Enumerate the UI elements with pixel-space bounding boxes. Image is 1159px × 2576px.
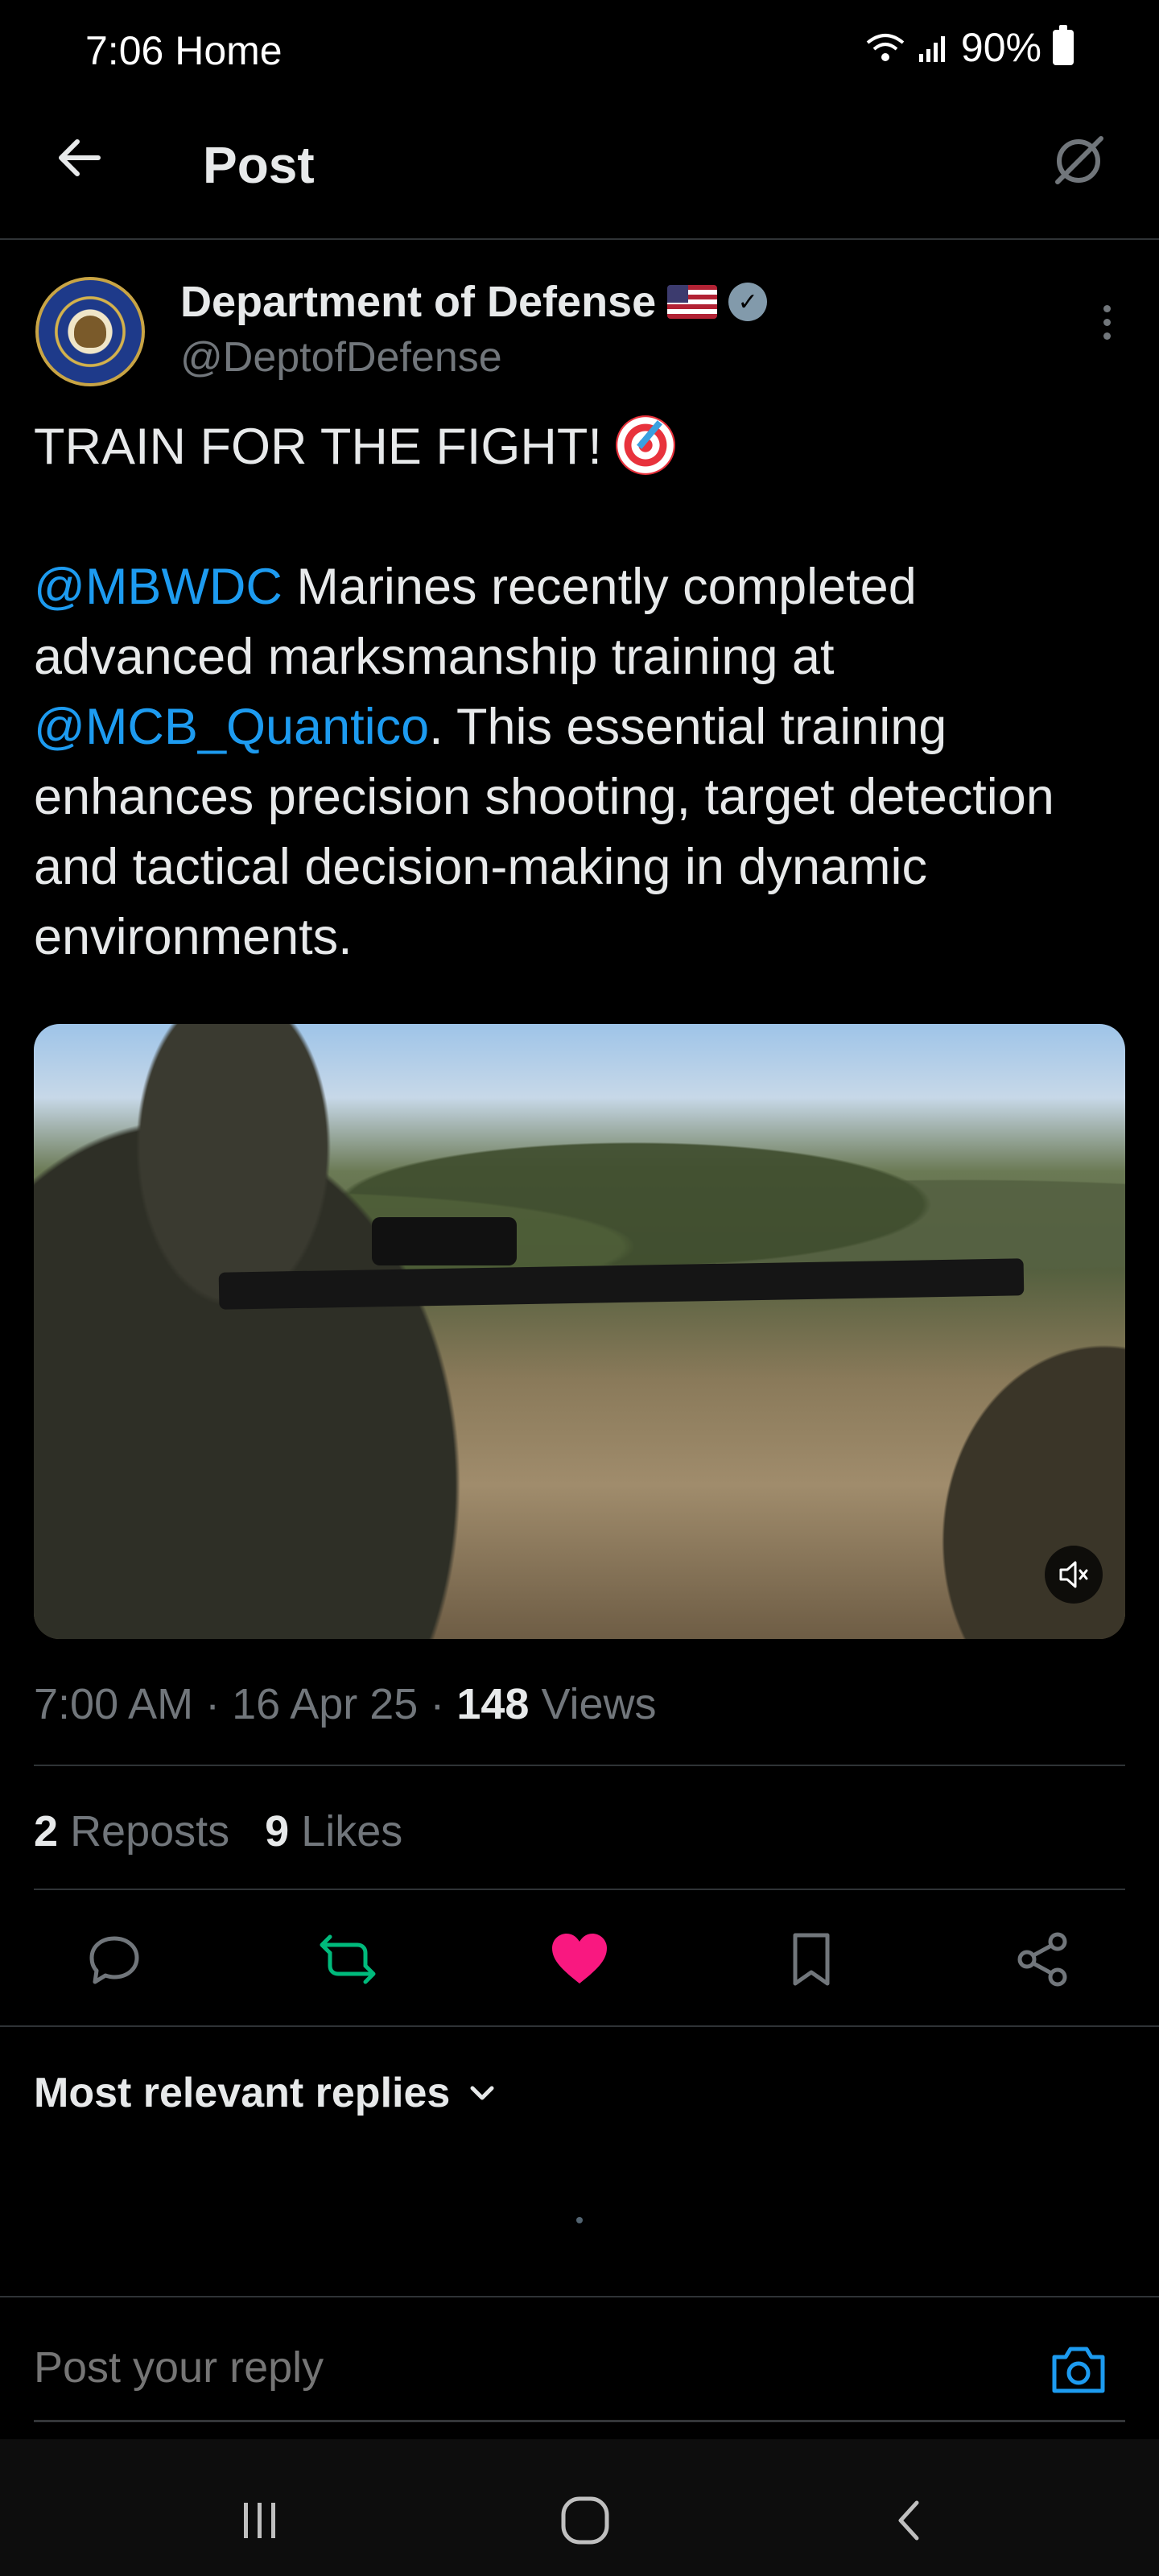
wifi-icon xyxy=(866,34,905,61)
post-text: TRAIN FOR THE FIGHT! @MBWDC Marines rece… xyxy=(34,412,1128,972)
recent-apps-icon xyxy=(244,2503,275,2538)
signal-icon xyxy=(918,36,945,62)
status-icons: 90% xyxy=(864,24,1074,71)
grok-button[interactable] xyxy=(1046,129,1111,193)
reply-icon xyxy=(89,1936,139,1984)
grok-icon xyxy=(1055,136,1103,184)
stats-divider xyxy=(34,1889,1125,1890)
page-title: Post xyxy=(203,136,315,194)
camera-icon xyxy=(1052,2347,1105,2393)
volume-mute-icon xyxy=(1059,1561,1088,1588)
verified-badge-icon[interactable]: ✓ xyxy=(728,283,768,321)
more-dot xyxy=(1103,332,1111,340)
reposts-count: 2 xyxy=(34,1807,59,1856)
header-divider xyxy=(0,238,1159,240)
recent-apps-button[interactable] xyxy=(224,2484,296,2557)
battery-icon xyxy=(1053,25,1074,65)
reposts-label: Reposts xyxy=(70,1807,230,1856)
post-headline: TRAIN FOR THE FIGHT! xyxy=(34,419,602,475)
repost-button[interactable] xyxy=(316,1927,380,1992)
arrow-left-icon xyxy=(59,139,101,176)
camera-button[interactable] xyxy=(1048,2339,1109,2401)
actions-divider xyxy=(0,2025,1159,2027)
reposts-stat[interactable]: 2 Reposts xyxy=(34,1806,229,1856)
likes-label: Likes xyxy=(301,1807,403,1856)
repost-icon xyxy=(320,1934,376,1984)
mention-link[interactable]: @MCB_Quantico xyxy=(34,699,429,755)
reply-input[interactable] xyxy=(34,2343,984,2392)
replies-sort-dropdown[interactable]: Most relevant replies xyxy=(34,2069,498,2117)
post-video[interactable] xyxy=(34,1024,1125,1639)
us-flag-icon xyxy=(667,285,718,319)
replies-sort-label: Most relevant replies xyxy=(34,2070,451,2116)
more-options-button[interactable] xyxy=(1087,290,1127,354)
post-time: 7:00 AM xyxy=(34,1680,194,1728)
reply-button[interactable] xyxy=(82,1927,146,1992)
mute-button[interactable] xyxy=(1045,1546,1103,1604)
replies-divider xyxy=(0,2296,1159,2297)
meta-divider xyxy=(34,1765,1125,1766)
author-handle[interactable]: @DeptofDefense xyxy=(180,333,502,382)
back-nav-button[interactable] xyxy=(874,2484,947,2557)
share-button[interactable] xyxy=(1011,1927,1075,1992)
status-time: 7:06 Home xyxy=(85,28,283,73)
likes-stat[interactable]: 9 Likes xyxy=(265,1806,402,1856)
video-scope xyxy=(372,1217,517,1265)
reply-underline xyxy=(34,2420,1125,2422)
heart-icon xyxy=(552,1934,607,1984)
likes-count: 9 xyxy=(265,1807,290,1856)
loading-indicator xyxy=(576,2217,583,2223)
avatar[interactable] xyxy=(35,277,145,386)
like-button[interactable] xyxy=(547,1927,612,1992)
home-icon xyxy=(561,2496,609,2545)
target-emoji-icon xyxy=(616,415,676,475)
more-dot xyxy=(1103,318,1111,326)
bookmark-icon xyxy=(793,1933,830,1986)
author-name[interactable]: Department of Defense xyxy=(180,277,656,327)
chevron-left-icon xyxy=(898,2500,919,2541)
views-count: 148 xyxy=(456,1680,530,1728)
seal-eagle xyxy=(74,316,106,348)
action-bar xyxy=(0,1919,1159,2001)
mention-link[interactable]: @MBWDC xyxy=(34,559,283,615)
post-stats: 2 Reposts 9 Likes xyxy=(34,1806,402,1856)
bookmark-button[interactable] xyxy=(779,1927,843,1992)
battery-percent: 90% xyxy=(960,25,1041,70)
views-label: Views xyxy=(541,1680,657,1728)
system-navigation-bar xyxy=(0,2439,1159,2576)
more-vertical-icon xyxy=(1103,304,1111,312)
author-name-row[interactable]: Department of Defense ✓ xyxy=(180,277,768,327)
back-button[interactable] xyxy=(50,129,108,187)
post-date: 16 Apr 25 xyxy=(232,1680,419,1728)
post-meta: 7:00 AM · 16 Apr 25 · 148 Views xyxy=(34,1680,657,1728)
video-soldier xyxy=(34,1024,533,1639)
chevron-down-icon xyxy=(470,2086,494,2100)
share-icon xyxy=(1017,1932,1067,1987)
home-button[interactable] xyxy=(549,2484,621,2557)
